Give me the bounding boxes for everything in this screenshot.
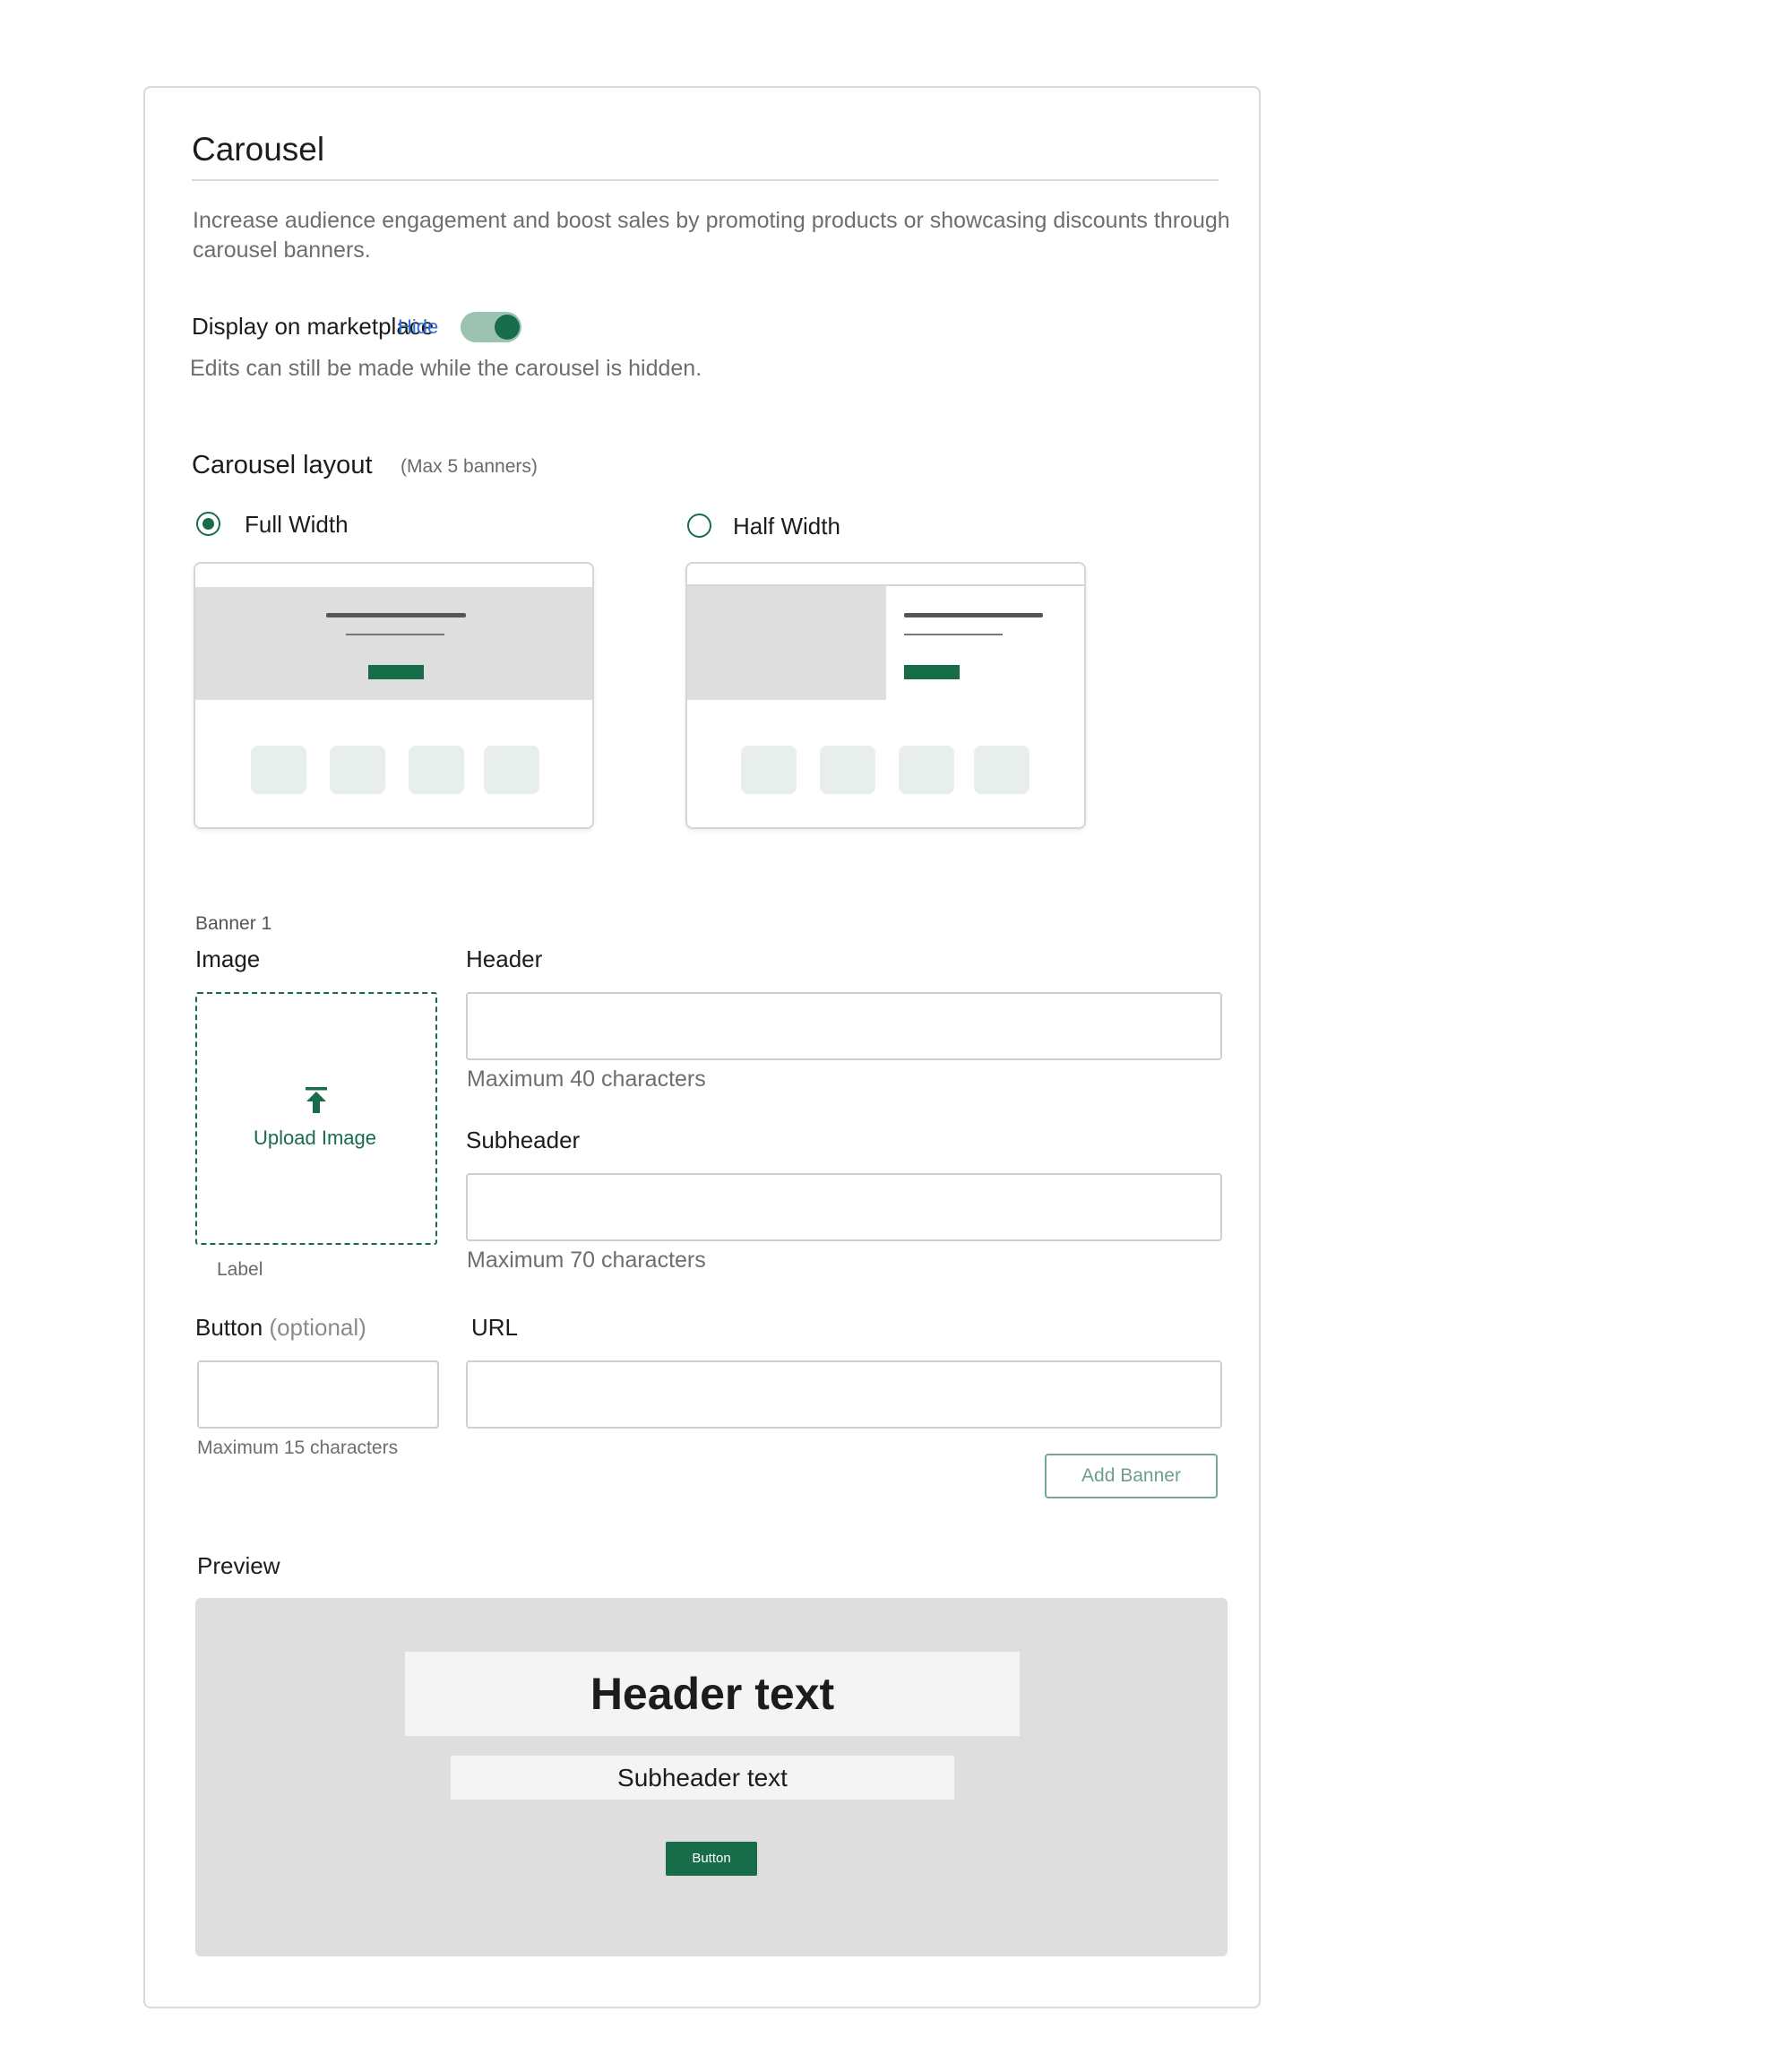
thumbnail-product-tile — [409, 746, 464, 794]
thumbnail-button — [368, 665, 424, 679]
toggle-state-label[interactable]: Hide — [398, 315, 438, 339]
button-hint: Maximum 15 characters — [197, 1438, 399, 1458]
button-text-input[interactable] — [197, 1360, 439, 1429]
thumbnail-subheader-line — [904, 634, 1003, 635]
subheader-input[interactable] — [466, 1173, 1222, 1241]
header-hint: Maximum 40 characters — [467, 1066, 706, 1092]
page-title: Carousel — [192, 131, 325, 168]
preview-subheader-text: Subheader text — [451, 1756, 954, 1800]
thumbnail-product-tile — [899, 746, 954, 794]
half-width-layout-thumbnail[interactable] — [685, 562, 1086, 829]
upload-caption: Label — [217, 1259, 263, 1280]
optional-tag: (optional) — [269, 1314, 366, 1341]
upload-icon — [306, 1087, 327, 1113]
full-width-radio[interactable] — [196, 512, 220, 536]
thumbnail-banner-area — [195, 587, 592, 700]
button-label: Button (optional) — [195, 1314, 366, 1342]
preview-label: Preview — [197, 1552, 280, 1579]
preview-button: Button — [666, 1842, 757, 1876]
url-input[interactable] — [466, 1360, 1222, 1429]
button-label-text: Button — [195, 1314, 263, 1341]
max-banners-note: (Max 5 banners) — [401, 456, 538, 477]
subheader-label: Subheader — [466, 1127, 581, 1153]
display-toggle[interactable] — [461, 312, 521, 342]
image-label: Image — [195, 945, 261, 972]
upload-image-dropzone[interactable] — [195, 992, 437, 1245]
full-width-label[interactable]: Full Width — [245, 511, 349, 539]
full-width-layout-thumbnail[interactable] — [194, 562, 594, 829]
thumbnail-product-tile — [974, 746, 1030, 794]
thumbnail-product-tile — [330, 746, 385, 794]
title-divider — [192, 179, 1219, 181]
upload-image-text[interactable]: Upload Image — [254, 1127, 376, 1150]
carousel-layout-title: Carousel layout — [192, 451, 373, 479]
hidden-note: Edits can still be made while the carous… — [190, 356, 702, 381]
preview-header-text: Header text — [405, 1652, 1020, 1736]
header-label: Header — [466, 945, 543, 972]
url-label: URL — [471, 1314, 519, 1341]
toggle-knob — [495, 315, 520, 340]
thumbnail-product-tile — [820, 746, 875, 794]
thumbnail-button — [904, 665, 960, 679]
thumbnail-header-line — [904, 613, 1043, 617]
thumbnail-subheader-line — [346, 634, 444, 635]
thumbnail-product-tile — [741, 746, 797, 794]
header-input[interactable] — [466, 992, 1222, 1060]
thumbnail-product-tile — [251, 746, 306, 794]
thumbnail-header-line — [326, 613, 466, 617]
half-width-radio[interactable] — [687, 514, 711, 538]
half-width-label[interactable]: Half Width — [733, 513, 840, 540]
thumbnail-product-tile — [484, 746, 539, 794]
carousel-description: Increase audience engagement and boost s… — [193, 208, 1230, 263]
subheader-hint: Maximum 70 characters — [467, 1248, 706, 1273]
add-banner-button[interactable]: Add Banner — [1045, 1454, 1218, 1498]
thumbnail-image-area — [687, 586, 886, 700]
banner-number-label: Banner 1 — [195, 913, 272, 934]
